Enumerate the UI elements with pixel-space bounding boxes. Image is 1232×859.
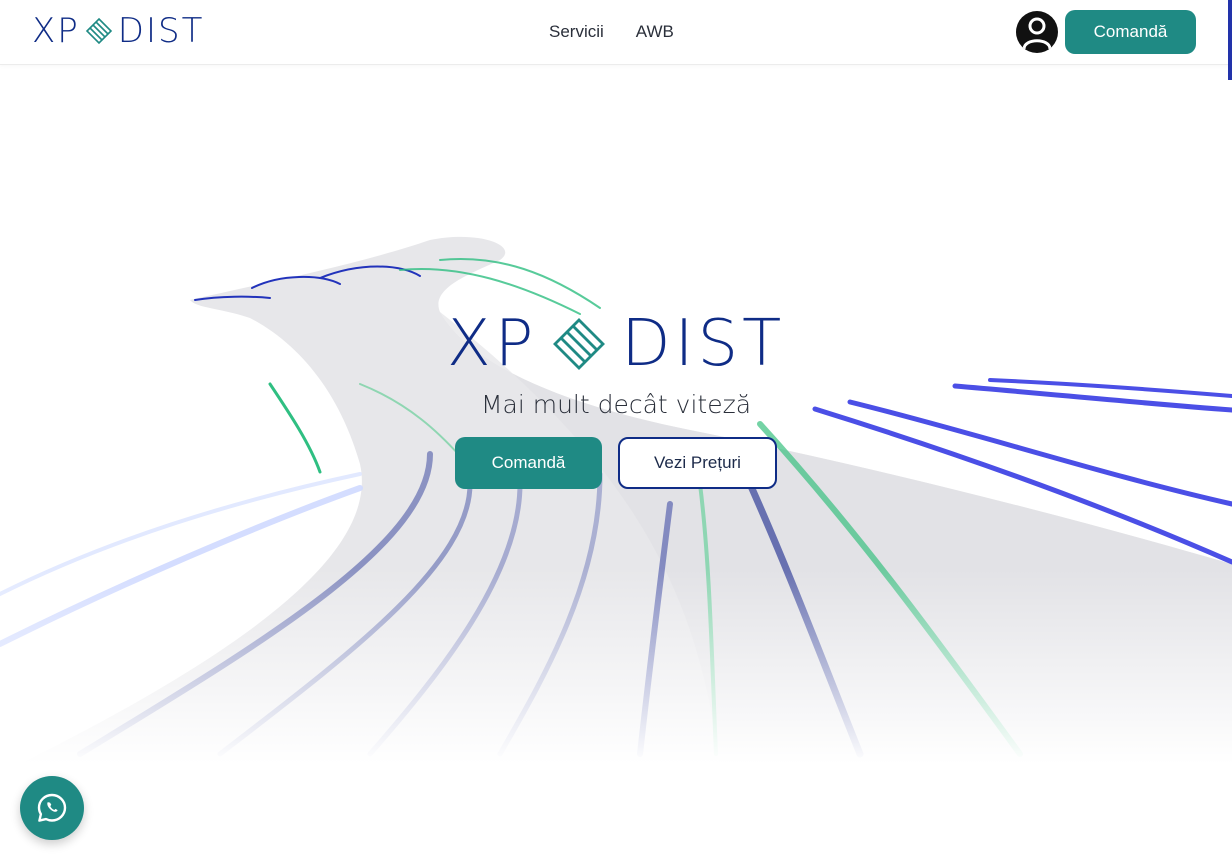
logo-text-xp: XP xyxy=(32,11,80,51)
whatsapp-chat-button[interactable] xyxy=(20,776,84,840)
whatsapp-icon xyxy=(37,793,67,822)
hero-order-button[interactable]: Comandă xyxy=(455,437,602,489)
header-order-button[interactable]: Comandă xyxy=(1065,10,1196,54)
logo-mark-icon xyxy=(85,17,112,45)
main-nav: Servicii AWB xyxy=(549,22,674,42)
hero-buttons: Comandă Vezi Prețuri xyxy=(0,437,1232,489)
user-icon[interactable] xyxy=(1016,11,1058,53)
hero-logo-text-dist: DIST xyxy=(621,307,786,381)
page-scrollbar[interactable] xyxy=(1228,0,1232,80)
hero-section: XP DIST Mai mult decât viteză Comandă Ve… xyxy=(0,312,1232,489)
nav-link-servicii[interactable]: Servicii xyxy=(549,22,604,42)
nav-link-awb[interactable]: AWB xyxy=(636,22,674,42)
hero-prices-button[interactable]: Vezi Prețuri xyxy=(618,437,777,489)
hero-logo: XP DIST xyxy=(447,312,785,376)
logo-text-dist: DIST xyxy=(117,11,205,51)
site-header: XP DIST Servicii AWB Comandă xyxy=(0,0,1232,65)
logo-mark-icon xyxy=(553,318,606,370)
site-logo[interactable]: XP DIST xyxy=(32,14,204,48)
hero-tagline: Mai mult decât viteză xyxy=(480,390,752,419)
hero-logo-text-xp: XP xyxy=(446,307,538,381)
